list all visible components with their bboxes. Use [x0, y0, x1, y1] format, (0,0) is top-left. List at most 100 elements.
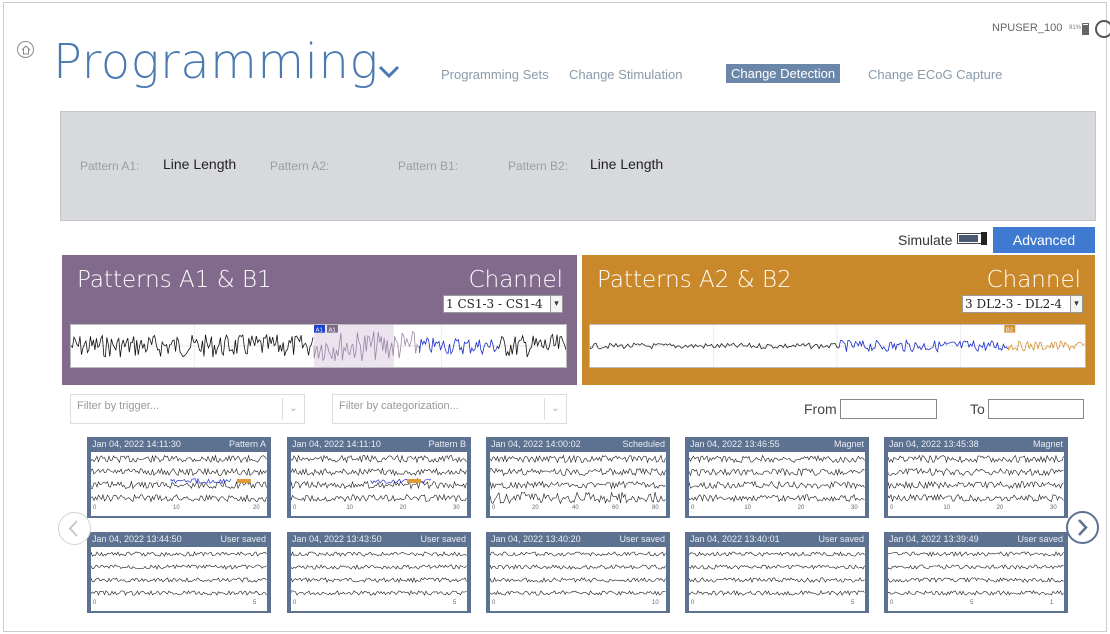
recording-waveform [888, 547, 1064, 606]
time-axis: 05 [91, 599, 267, 611]
from-label: From [804, 401, 837, 417]
chevron-down-icon: ▾ [1070, 296, 1082, 312]
recording-tile[interactable]: Jan 04, 2022 13:39:49 User saved 0 5 1 [884, 532, 1068, 613]
recording-waveform [91, 547, 267, 606]
recording-trigger: User saved [818, 534, 864, 544]
time-tick-label: 10 [652, 600, 659, 606]
channel-waveform: A1 A1 [70, 324, 567, 368]
recording-trigger: User saved [420, 534, 466, 544]
time-tick-label: 10 [173, 505, 180, 511]
channel-panel-a2-b2: Patterns A2 & B2 Channel 3 DL2-3 - DL2-4… [582, 255, 1095, 385]
time-tick-label: 0 [93, 505, 97, 511]
pattern-a2-label: Pattern A2: [270, 159, 330, 173]
tab-programming-sets[interactable]: Programming Sets [441, 67, 549, 82]
recording-waveform [490, 547, 666, 606]
time-tick-label: 10 [943, 505, 951, 511]
time-tick-label: 40 [572, 505, 579, 511]
time-tick-label: 0 [691, 600, 695, 606]
recording-tile[interactable]: Jan 04, 2022 13:43:50 User saved 0 5 [287, 532, 471, 613]
pattern-b2-value: Line Length [590, 156, 664, 172]
recording-trigger: Scheduled [622, 439, 665, 449]
recording-tile[interactable]: Jan 04, 2022 13:45:38 Magnet 0 10 20 30 [884, 437, 1068, 518]
trigger-filter-placeholder: Filter by trigger... [77, 400, 159, 412]
recording-tile[interactable]: Jan 04, 2022 13:46:55 Magnet 0 10 20 30 [685, 437, 869, 518]
time-axis: 05 [291, 599, 467, 611]
recording-tile[interactable]: Jan 04, 2022 13:40:01 User saved 0 5 [685, 532, 869, 613]
to-label: To [970, 401, 985, 417]
time-tick-label: 0 [890, 505, 894, 511]
recording-tile[interactable]: Jan 04, 2022 14:11:30 Pattern A 0 10 20 [87, 437, 271, 518]
time-tick-label: 1 [1050, 600, 1054, 606]
time-tick-label: 30 [851, 505, 858, 511]
time-tick-label: 5 [253, 600, 257, 606]
recording-tile[interactable]: Jan 04, 2022 13:40:20 User saved 0 10 [486, 532, 670, 613]
recording-date: Jan 04, 2022 13:40:20 [491, 534, 581, 544]
sync-icon[interactable] [1095, 20, 1110, 38]
recording-date: Jan 04, 2022 14:00:02 [491, 439, 581, 449]
time-axis: 0 20 40 60 80 [490, 504, 666, 516]
recording-trigger: Magnet [833, 439, 864, 449]
recording-tile[interactable]: Jan 04, 2022 14:00:02 Scheduled 0 20 40 60 80 [486, 437, 670, 518]
battery-icon [1082, 23, 1089, 35]
tab-change-detection[interactable]: Change Detection [726, 64, 841, 83]
chevron-down-icon[interactable] [377, 64, 401, 80]
time-axis: 0 10 20 30 [689, 504, 865, 516]
marker-a1: A1 [316, 328, 323, 334]
time-tick-label: 10 [346, 505, 354, 511]
recording-waveform [490, 452, 666, 511]
time-axis: 0 10 20 30 [291, 504, 467, 516]
channel-select[interactable]: 1 CS1-3 - CS1-4 ▾ [443, 295, 563, 313]
chevron-down-icon: ⌄ [544, 398, 566, 420]
time-tick-label: 0 [93, 600, 97, 606]
channel-panel-a1-b1: Patterns A1 & B1 Channel 1 CS1-3 - CS1-4… [62, 255, 577, 385]
time-tick-label: 5 [851, 600, 855, 606]
time-tick-label: 60 [612, 505, 619, 511]
time-tick-label: 10 [744, 505, 752, 511]
categorization-filter[interactable]: Filter by categorization... ⌄ [332, 394, 567, 424]
page-title: Programming [53, 34, 379, 90]
recording-trigger: Pattern B [428, 439, 466, 449]
recording-date: Jan 04, 2022 14:11:10 [292, 439, 381, 449]
pattern-b2-label: Pattern B2: [508, 159, 569, 173]
marker-a1: A1 [328, 328, 335, 334]
user-name: NPUSER_100 [992, 22, 1063, 34]
chevron-down-icon: ▾ [550, 296, 562, 312]
recording-trigger: User saved [619, 534, 665, 544]
recording-date: Jan 04, 2022 13:40:01 [690, 534, 780, 544]
from-date-input[interactable] [840, 399, 937, 419]
channel-select[interactable]: 3 DL2-3 - DL2-4 ▾ [962, 295, 1083, 313]
recording-tile[interactable]: Jan 04, 2022 13:44:50 User saved 0 5 [87, 532, 271, 613]
time-tick-label: 5 [453, 600, 457, 606]
time-tick-label: 30 [453, 505, 460, 511]
recording-tile[interactable]: Jan 04, 2022 14:11:10 Pattern B 0 10 20 30 [287, 437, 471, 518]
channel-label: Channel [986, 267, 1081, 293]
chevron-down-icon: ⌄ [282, 398, 304, 420]
advanced-button[interactable]: Advanced [993, 227, 1095, 253]
time-tick-label: 20 [996, 505, 1004, 511]
previous-page-button[interactable] [58, 512, 91, 545]
tab-change-ecog-capture[interactable]: Change ECoG Capture [868, 67, 1002, 82]
pattern-a1-value: Line Length [163, 156, 237, 172]
chevron-right-icon [1078, 519, 1088, 536]
pattern-a1-label: Pattern A1: [80, 159, 140, 173]
time-axis: 0 10 20 30 [888, 504, 1064, 516]
tab-change-stimulation[interactable]: Change Stimulation [569, 67, 682, 82]
time-tick-label: 0 [492, 505, 496, 511]
time-tick-label: 80 [652, 505, 659, 511]
time-tick-label: 20 [797, 505, 805, 511]
recording-waveform [689, 452, 865, 511]
recording-waveform [291, 452, 467, 511]
channel-label: Channel [468, 267, 563, 293]
time-tick-label: 0 [890, 600, 894, 606]
recording-trigger: User saved [220, 534, 266, 544]
trigger-filter[interactable]: Filter by trigger... ⌄ [70, 394, 305, 424]
next-page-button[interactable] [1066, 511, 1099, 544]
pattern-b1-label: Pattern B1: [398, 159, 459, 173]
channel-panel-title: Patterns A2 & B2 [597, 267, 792, 293]
simulate-toggle[interactable] [957, 232, 987, 245]
recording-date: Jan 04, 2022 14:11:30 [92, 439, 181, 449]
channel-select-value: 3 DL2-3 - DL2-4 [965, 297, 1062, 311]
to-date-input[interactable] [988, 399, 1084, 419]
home-icon[interactable] [17, 41, 34, 58]
time-tick-label: 20 [532, 505, 539, 511]
